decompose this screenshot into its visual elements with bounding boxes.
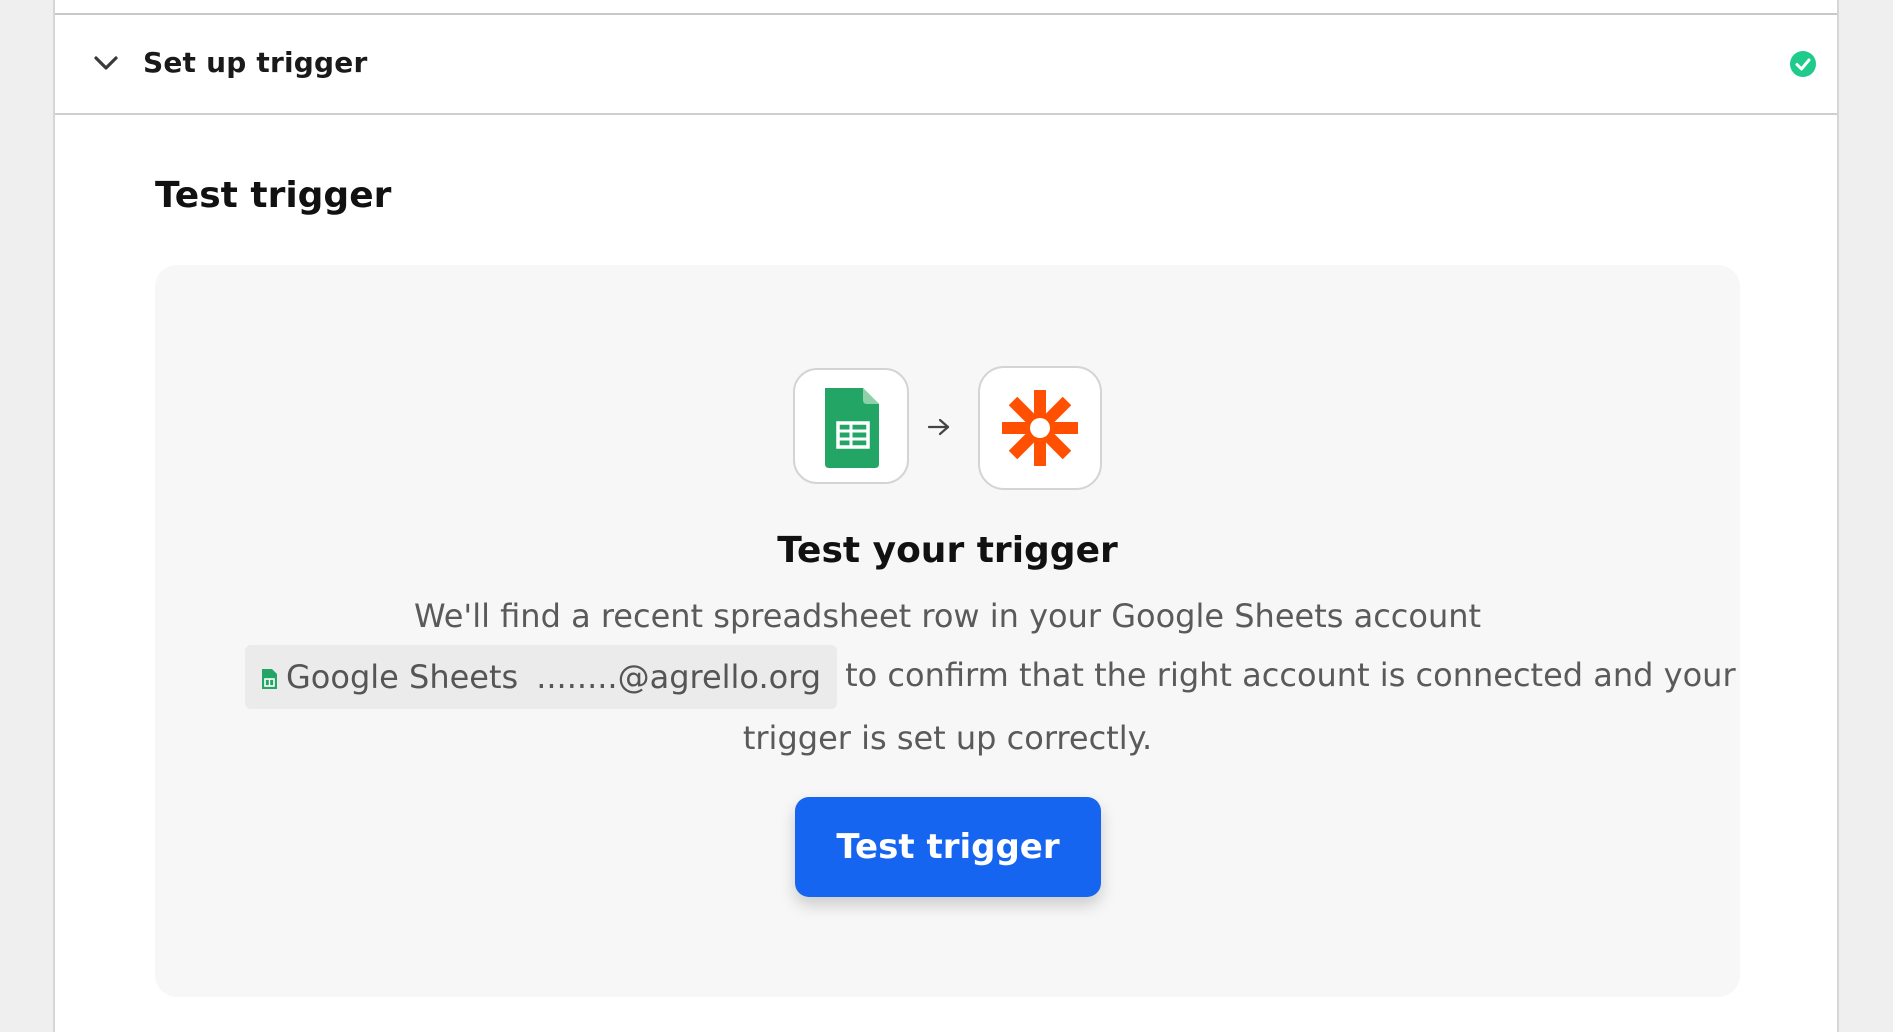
google-sheets-icon xyxy=(262,669,277,689)
step-header-setup-trigger[interactable]: Set up trigger xyxy=(55,15,1837,115)
arrow-right-icon xyxy=(927,418,950,436)
account-chip: Google Sheets ........@agrello.org xyxy=(245,645,838,709)
zap-editor-panel: Set up trigger Test trigger Test your tr… xyxy=(53,0,1839,1032)
card-title: Test your trigger xyxy=(777,530,1118,571)
account-app-name: Google Sheets xyxy=(286,658,519,696)
target-app-tile xyxy=(978,366,1102,490)
checkmark-circle-icon xyxy=(1790,51,1816,77)
test-trigger-button[interactable]: Test trigger xyxy=(795,797,1101,897)
account-email: ........@agrello.org xyxy=(536,658,822,696)
card-description: We'll find a recent spreadsheet row in y… xyxy=(245,587,1736,767)
chevron-down-icon[interactable] xyxy=(91,51,121,75)
description-line-3: trigger is set up correctly. xyxy=(742,719,1153,757)
source-app-tile xyxy=(793,368,909,484)
google-sheets-icon xyxy=(825,388,879,468)
description-line-2: Google Sheets ........@agrello.org to conf… xyxy=(245,645,1736,709)
app-flow xyxy=(793,366,1103,490)
description-line-1: We'll find a recent spreadsheet row in y… xyxy=(413,597,1482,635)
zapier-icon xyxy=(1002,390,1078,466)
description-line-2-text: to confirm that the right account is con… xyxy=(845,656,1736,694)
section-title: Test trigger xyxy=(155,175,392,216)
step-title: Set up trigger xyxy=(143,46,368,79)
test-trigger-card: Test your trigger We'll find a recent sp… xyxy=(155,265,1740,997)
